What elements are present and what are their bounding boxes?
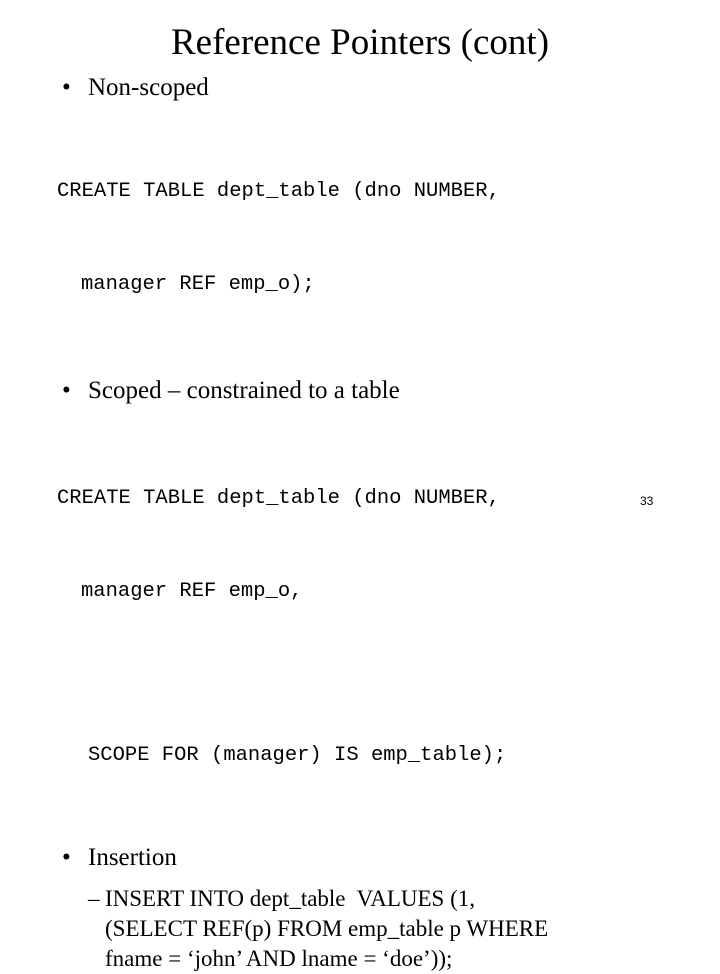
page-number: 33 — [640, 494, 654, 508]
bullet-icon: • — [62, 377, 71, 404]
code-line: CREATE TABLE dept_table (dno NUMBER, — [57, 180, 500, 203]
sub-bullet-line: INSERT INTO dept_table VALUES (1, — [105, 886, 476, 911]
bullet-insertion: • Insertion — [0, 842, 720, 874]
bullet-icon: • — [62, 844, 71, 871]
slide-body: • Non-scoped CREATE TABLE dept_table (dn… — [0, 72, 720, 974]
bullet-non-scoped: • Non-scoped — [0, 72, 720, 104]
bullet-scoped: • Scoped – constrained to a table — [0, 375, 720, 407]
page-title: Reference Pointers (cont) — [170, 22, 550, 63]
code-line: SCOPE FOR (manager) IS emp_table); — [88, 744, 507, 767]
sub-bullet-line: (SELECT REF(p) FROM emp_table p WHERE — [105, 916, 549, 941]
sub-bullet-line: fname = ‘john’ AND lname = ‘doe’)); — [105, 946, 453, 971]
code-block-non-scoped: CREATE TABLE dept_table (dno NUMBER, man… — [0, 114, 720, 362]
code-line: CREATE TABLE dept_table (dno NUMBER, — [57, 487, 500, 510]
bullet-icon: • — [62, 74, 71, 101]
dash-icon: – — [88, 886, 100, 911]
bullet-insertion-label: Insertion — [88, 844, 177, 871]
code-line: manager REF emp_o, — [81, 580, 303, 603]
sub-bullet-insert-statement: – INSERT INTO dept_table VALUES (1, (SEL… — [0, 884, 720, 974]
bullet-scoped-label: Scoped – constrained to a table — [88, 377, 400, 404]
bullet-non-scoped-label: Non-scoped — [88, 74, 209, 101]
code-line: manager REF emp_o); — [81, 273, 315, 296]
slide: Reference Pointers (cont) • Non-scoped C… — [0, 0, 720, 971]
code-block-scoped: CREATE TABLE dept_table (dno NUMBER, man… — [0, 421, 720, 833]
